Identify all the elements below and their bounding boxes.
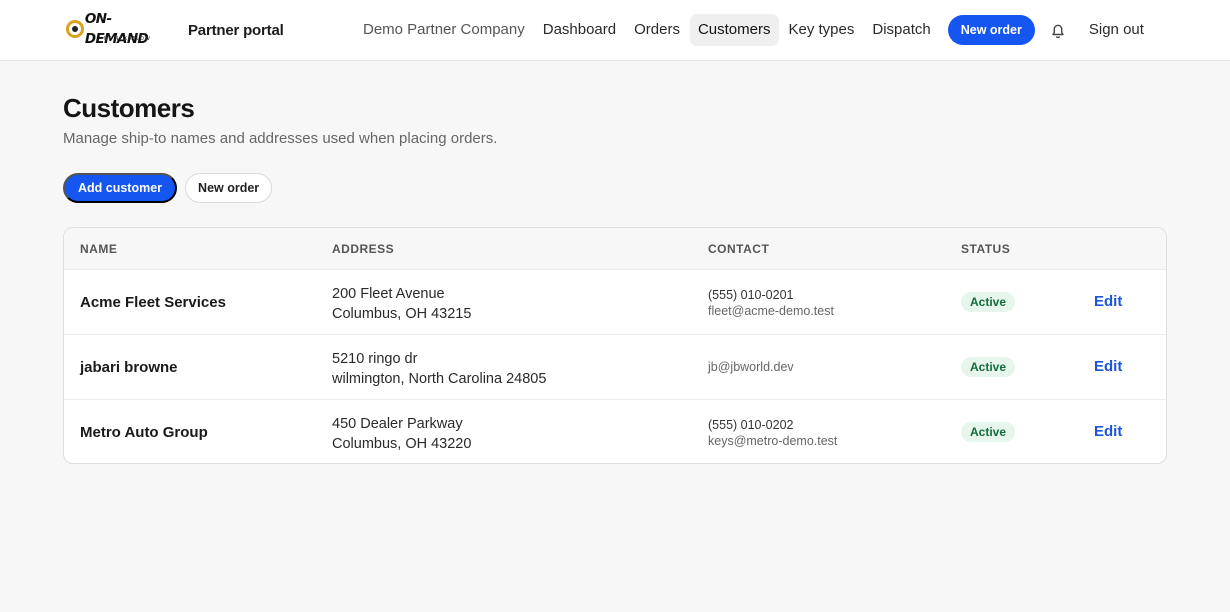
customer-name: jabari browne [80,359,178,376]
contact-email: jb@jbworld.dev [708,360,794,374]
customer-contact: (555) 010-0201 fleet@acme-demo.test [708,287,834,319]
address-line-1: 5210 ringo dr [332,351,418,367]
page-actions: Add customer New order [63,173,273,203]
status-badge: Active [961,292,1016,312]
customers-table: NAME ADDRESS CONTACT STATUS Acme Fleet S… [63,227,1167,464]
nav-key-types[interactable]: Key types [781,14,863,46]
table-header: NAME ADDRESS CONTACT STATUS [64,228,1166,269]
bell-icon[interactable] [1049,21,1067,39]
contact-email: keys@metro-demo.test [708,434,838,448]
table-row: Metro Auto Group 450 Dealer Parkway Colu… [64,399,1166,463]
address-line-1: 200 Fleet Avenue [332,286,445,302]
table-row: Acme Fleet Services 200 Fleet Avenue Col… [64,269,1166,334]
main-nav: Demo Partner Company Dashboard Orders Cu… [354,14,1152,46]
nav-dashboard[interactable]: Dashboard [535,14,624,46]
company-name[interactable]: Demo Partner Company [354,14,534,46]
portal-label: Partner portal [188,21,284,39]
nav-dispatch[interactable]: Dispatch [864,14,938,46]
customer-address: 450 Dealer Parkway Columbus, OH 43220 [332,414,471,454]
customer-address: 5210 ringo dr wilmington, North Carolina… [332,349,546,389]
edit-link[interactable]: Edit [1094,358,1122,375]
top-navigation-bar: ON-DEMAND BY NEXAFLOW Partner portal Dem… [0,0,1230,61]
brand[interactable]: ON-DEMAND BY NEXAFLOW Partner portal [66,11,284,47]
add-customer-button[interactable]: Add customer [63,173,178,203]
customer-contact: jb@jbworld.dev [708,359,794,375]
address-line-2: Columbus, OH 43220 [332,436,472,452]
address-line-2: Columbus, OH 43215 [332,306,472,322]
edit-link[interactable]: Edit [1094,293,1122,310]
customer-name: Metro Auto Group [80,424,208,441]
address-line-2: wilmington, North Carolina 24805 [332,371,547,387]
status-badge: Active [961,357,1016,377]
edit-link[interactable]: Edit [1094,423,1122,440]
contact-phone: (555) 010-0201 [708,288,794,302]
contact-phone: (555) 010-0202 [708,418,794,432]
logo-wordmark: ON-DEMAND [84,10,149,47]
contact-email: fleet@acme-demo.test [708,304,834,318]
new-order-button[interactable]: New order [947,15,1035,45]
customer-contact: (555) 010-0202 keys@metro-demo.test [708,417,837,449]
column-header-address: ADDRESS [332,242,395,256]
sign-out-link[interactable]: Sign out [1081,14,1152,46]
new-order-secondary-button[interactable]: New order [185,173,273,203]
column-header-contact: CONTACT [708,242,770,256]
table-row: jabari browne 5210 ringo dr wilmington, … [64,334,1166,399]
page-subtitle: Manage ship-to names and addresses used … [63,130,498,147]
logo-subtext: BY NEXAFLOW [104,35,151,42]
page-title: Customers [63,93,195,123]
column-header-name: NAME [80,242,118,256]
column-header-status: STATUS [961,242,1011,256]
nav-orders[interactable]: Orders [626,14,688,46]
on-demand-logo: ON-DEMAND BY NEXAFLOW [66,11,174,47]
address-line-1: 450 Dealer Parkway [332,416,463,432]
status-badge: Active [961,422,1016,442]
nav-customers[interactable]: Customers [689,14,779,46]
logo-ring-icon [66,19,84,38]
customer-name: Acme Fleet Services [80,294,226,311]
customer-address: 200 Fleet Avenue Columbus, OH 43215 [332,284,471,324]
